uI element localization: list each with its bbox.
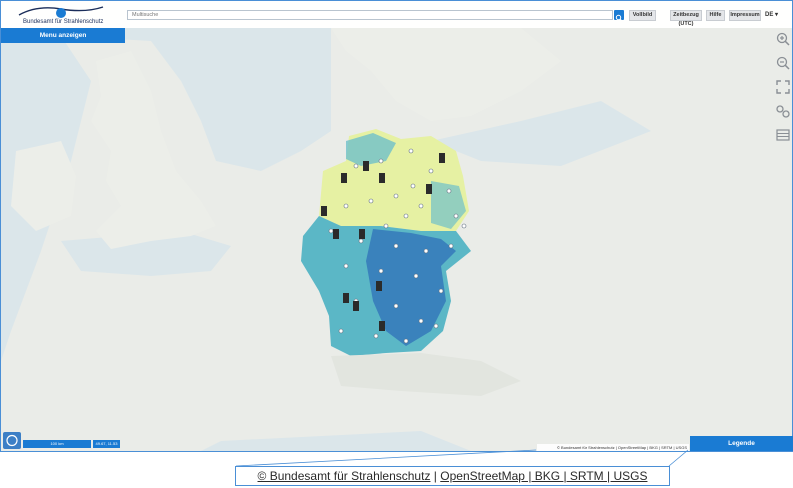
zoom-attribution-bfs[interactable]: © Bundesamt für Strahlenschutz [258,469,431,483]
scale-bar: 100 km [23,440,91,448]
share-link-icon[interactable] [776,104,790,118]
zoom-attribution-osm[interactable]: OpenStreetMap | BKG | SRTM | USGS [440,469,647,483]
attribution-bfs[interactable]: © Bundesamt für Strahlenschutz [557,445,615,450]
zoom-attribution-separator: | [433,469,437,483]
layers-icon[interactable] [776,128,790,142]
top-bar: Bundesamt für Strahlenschutz Vollbild Ze… [1,1,792,28]
map-attribution: © Bundesamt für Strahlenschutz | OpenStr… [537,444,689,451]
language-value: DE [765,12,774,18]
logo-text: Bundesamt für Strahlenschutz [23,19,104,25]
attribution-osm[interactable]: OpenStreetMap | BKG | SRTM | USGS [618,445,687,450]
search-icon [615,14,623,22]
zoom-out-icon[interactable] [776,56,790,70]
time-reference-button[interactable]: Zeitbezug (UTC) [670,10,702,27]
search-input[interactable] [127,10,613,20]
map-tools [776,32,792,152]
fullscreen-button[interactable]: Vollbild [629,10,656,21]
map-canvas[interactable] [1,1,792,451]
coordinates-display: 49.67, 11.53 [93,440,120,448]
zoom-in-icon[interactable] [776,32,790,46]
search-button[interactable] [614,10,624,22]
attribution-separator: | [615,445,617,450]
help-button[interactable]: Hilfe [706,10,725,21]
language-select[interactable]: DE ▾ [765,10,787,21]
attribution-zoom-callout: © Bundesamt für Strahlenschutz | OpenStr… [235,466,670,486]
location-button[interactable] [3,432,21,449]
app-root: Bundesamt für Strahlenschutz Vollbild Ze… [0,0,793,488]
chevron-down-icon: ▾ [775,12,779,18]
legend-button[interactable]: Legende [690,436,793,451]
map-frame: Bundesamt für Strahlenschutz Vollbild Ze… [0,0,793,452]
bfs-logo [18,6,104,18]
show-menu-button[interactable]: Menu anzeigen [1,28,125,43]
imprint-button[interactable]: Impressum [729,10,761,21]
fullscreen-icon[interactable] [776,80,790,94]
globe-icon [6,434,18,447]
